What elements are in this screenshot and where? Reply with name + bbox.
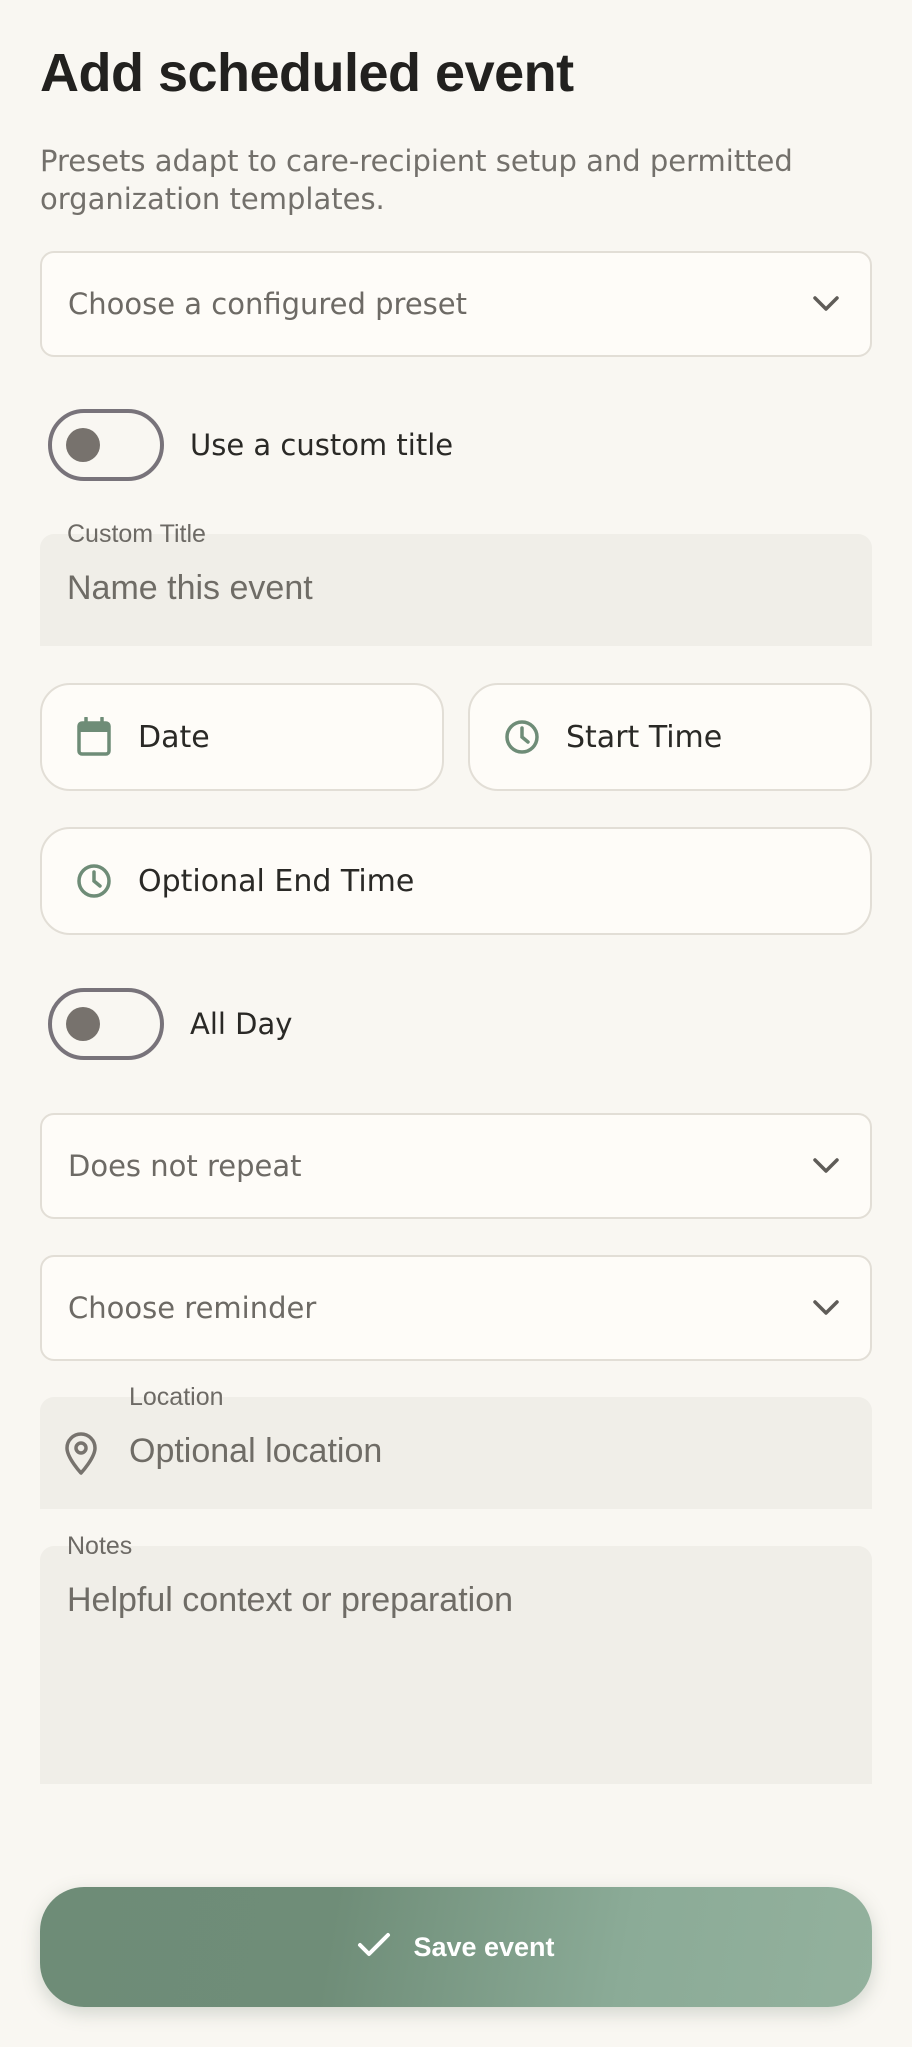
notes-label: Notes (67, 1532, 133, 1560)
custom-title-input[interactable]: Name this event (67, 569, 313, 608)
end-time-label: Optional End Time (138, 863, 415, 899)
end-time-button[interactable]: Optional End Time (40, 827, 872, 935)
toggle-knob (66, 428, 100, 462)
start-time-label: Start Time (566, 719, 723, 755)
page-subtitle: Presets adapt to care-recipient setup an… (40, 144, 793, 216)
chevron-down-icon (808, 1148, 844, 1184)
custom-title-toggle-label: Use a custom title (190, 428, 454, 462)
notes-textarea[interactable]: Helpful context or preparation (67, 1581, 513, 1620)
chevron-down-icon (808, 286, 844, 322)
notes-field[interactable]: Notes Helpful context or preparation (40, 1532, 872, 1784)
start-time-button[interactable]: Start Time (468, 683, 872, 791)
all-day-toggle[interactable] (48, 988, 164, 1060)
save-event-button[interactable]: Save event (40, 1887, 872, 2007)
repeat-select[interactable]: Does not repeat (40, 1113, 872, 1219)
custom-title-toggle-row: Use a custom title (48, 409, 453, 481)
repeat-select-value: Does not repeat (68, 1149, 302, 1183)
all-day-toggle-row: All Day (48, 988, 292, 1060)
page-title: Add scheduled event (40, 43, 574, 103)
location-field[interactable]: Location Optional location (40, 1383, 872, 1509)
clock-icon (74, 861, 114, 901)
custom-title-label: Custom Title (67, 520, 206, 548)
location-label: Location (129, 1383, 224, 1411)
custom-title-field[interactable]: Custom Title Name this event (40, 520, 872, 646)
toggle-knob (66, 1007, 100, 1041)
check-icon (357, 1931, 391, 1963)
location-pin-icon (64, 1432, 98, 1480)
clock-icon (502, 717, 542, 757)
preset-select-value: Choose a configured preset (68, 287, 468, 321)
add-event-form: Add scheduled event Presets adapt to car… (40, 0, 872, 2047)
all-day-toggle-label: All Day (190, 1007, 293, 1041)
preset-select[interactable]: Choose a configured preset (40, 251, 872, 357)
location-input[interactable]: Optional location (129, 1432, 382, 1471)
save-event-label: Save event (413, 1931, 555, 1962)
date-button[interactable]: Date (40, 683, 444, 791)
custom-title-toggle[interactable] (48, 409, 164, 481)
reminder-select-value: Choose reminder (68, 1291, 317, 1325)
date-label: Date (138, 719, 210, 755)
calendar-icon (74, 717, 114, 757)
chevron-down-icon (808, 1290, 844, 1326)
reminder-select[interactable]: Choose reminder (40, 1255, 872, 1361)
